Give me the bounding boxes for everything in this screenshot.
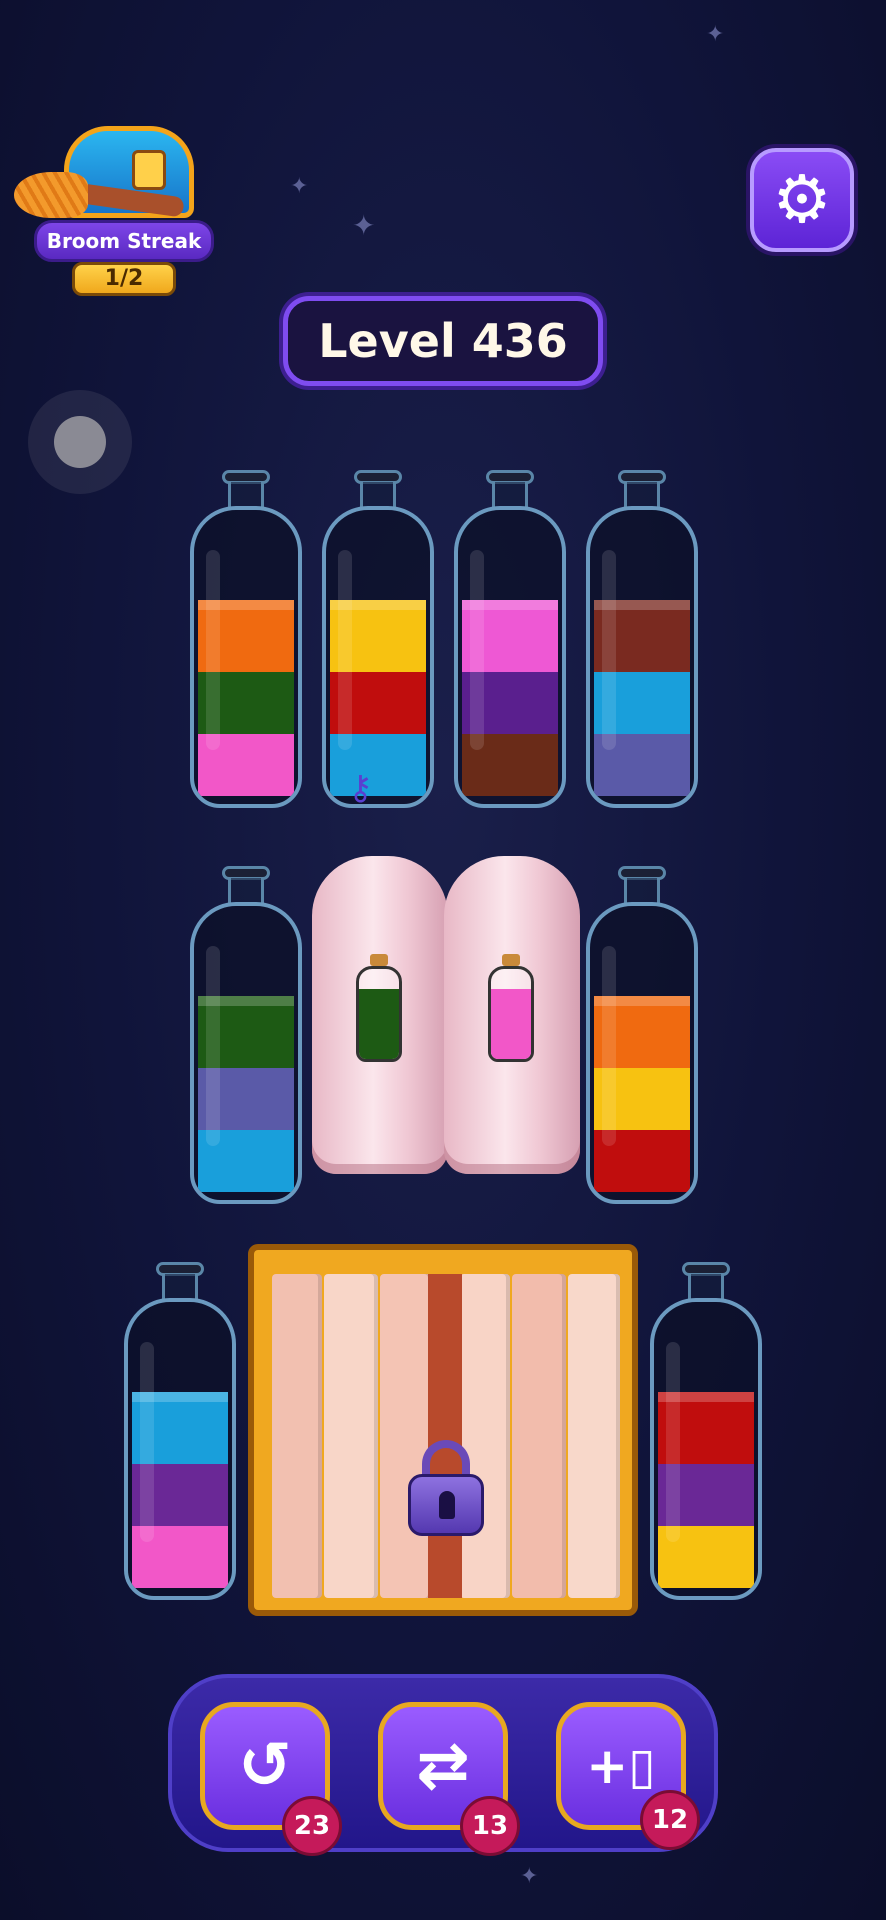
bottle[interactable] [650, 1262, 762, 1600]
bottle[interactable] [454, 470, 566, 808]
bottle[interactable] [586, 470, 698, 808]
level-indicator: Level 436 [283, 296, 603, 386]
star-icon: ✦ [352, 209, 376, 242]
bottle[interactable] [190, 866, 302, 1204]
bottle-glass [650, 1298, 762, 1600]
padlock-icon [408, 1440, 484, 1536]
bottle-glass [586, 902, 698, 1204]
star-icon: ✦ [520, 1864, 539, 1889]
hint-potion-icon [354, 954, 404, 1064]
assistive-touch-dot [54, 416, 106, 468]
level-label: Level 436 [318, 314, 568, 368]
broom-streak-widget[interactable]: Broom Streak 1/2 [14, 120, 214, 300]
covered-bottle[interactable] [312, 856, 448, 1174]
broom-head-icon [14, 172, 88, 218]
gear-icon: ⚙ [772, 161, 832, 238]
assistive-touch-button[interactable] [28, 390, 132, 494]
covered-bottle[interactable] [444, 856, 580, 1174]
bottle-glass [124, 1298, 236, 1600]
locked-crate[interactable] [248, 1244, 638, 1616]
bottle-glass: ⚷ [322, 506, 434, 808]
settings-button[interactable]: ⚙ [750, 148, 854, 252]
bottle[interactable] [190, 470, 302, 808]
crate-strap [428, 1274, 462, 1598]
broom-streak-title: Broom Streak [34, 220, 214, 262]
hint-potion-icon [486, 954, 536, 1064]
undo-count-badge: 23 [282, 1796, 342, 1856]
chest-lock-icon [132, 150, 166, 190]
bottle-glass [586, 506, 698, 808]
bottle[interactable] [586, 866, 698, 1204]
shuffle-count-badge: 13 [460, 1796, 520, 1856]
bottle-glass [190, 902, 302, 1204]
broom-streak-progress: 1/2 [72, 262, 176, 296]
key-icon: ⚷ [348, 768, 373, 808]
bottle-glass [190, 506, 302, 808]
add-bottle-count-badge: 12 [640, 1790, 700, 1850]
star-icon: ✦ [706, 22, 725, 47]
bottle-glass [454, 506, 566, 808]
star-icon: ✦ [290, 174, 309, 199]
bottle[interactable]: ⚷ [322, 470, 434, 808]
bottle[interactable] [124, 1262, 236, 1600]
